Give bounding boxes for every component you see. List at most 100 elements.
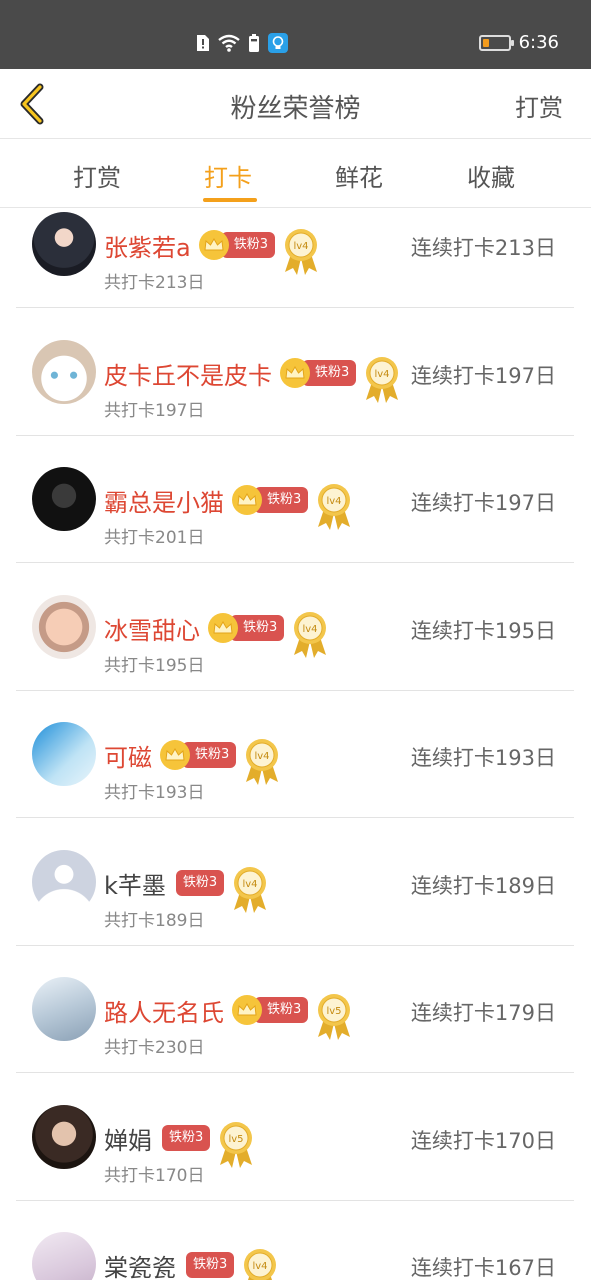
ranking-row[interactable]: 霸总是小猫 铁粉3 lv4 共打卡201日 连续打卡197日	[16, 435, 574, 563]
streak-text: 连续打卡195日	[410, 619, 556, 643]
crown-icon	[280, 358, 310, 388]
name-line: 张紫若a 铁粉3 lv4	[104, 214, 319, 276]
fan-level-badge: 铁粉3	[254, 997, 309, 1023]
tab-bar: 打赏 打卡 鲜花 收藏	[0, 140, 591, 208]
crown-icon	[160, 740, 190, 770]
fan-level-badge: 铁粉3	[302, 360, 357, 386]
name-line: 霸总是小猫 铁粉3 lv4	[104, 469, 352, 531]
user-name[interactable]: 冰雪甜心	[104, 611, 200, 646]
level-medal-icon: lv4	[244, 1249, 277, 1280]
avatar[interactable]	[32, 595, 96, 659]
total-checkin-text: 共打卡213日	[104, 273, 205, 293]
status-bar: 6:36	[0, 0, 591, 69]
fan-level-badge: 铁粉3	[230, 615, 285, 641]
level-medal-icon: lv4	[285, 229, 317, 275]
tab-checkin[interactable]: 打卡	[204, 158, 252, 193]
avatar[interactable]	[32, 722, 96, 786]
streak-text: 连续打卡170日	[410, 1129, 556, 1153]
crown-icon	[232, 995, 262, 1025]
fan-level-badge: 铁粉3	[186, 1252, 235, 1278]
user-name[interactable]: 皮卡丘不是皮卡	[104, 356, 272, 391]
total-checkin-text: 共打卡201日	[104, 528, 205, 548]
app-header: 粉丝荣誉榜 打赏	[0, 69, 591, 139]
status-icons	[196, 33, 288, 53]
battery-level	[482, 39, 489, 47]
svg-text:lv4: lv4	[255, 751, 270, 762]
fan-level-badge: 铁粉3	[254, 487, 309, 513]
level-medal-icon: lv5	[318, 994, 351, 1040]
tab-favorites[interactable]: 收藏	[467, 158, 515, 193]
user-name[interactable]: 可磁	[104, 738, 152, 773]
name-line: 冰雪甜心 铁粉3 lv4	[104, 597, 328, 659]
ranking-row[interactable]: 冰雪甜心 铁粉3 lv4 共打卡195日 连续打卡195日	[16, 563, 574, 691]
fan-level-badge: 铁粉3	[175, 870, 225, 896]
battery-icon	[478, 35, 514, 51]
user-name[interactable]: 霸总是小猫	[104, 483, 224, 518]
crown-icon	[198, 230, 229, 260]
avatar[interactable]	[32, 1105, 96, 1169]
name-line: 婵娟 铁粉3 lv5	[104, 1107, 254, 1169]
active-tab-indicator	[203, 198, 257, 202]
user-name[interactable]: k芊墨	[104, 866, 166, 901]
streak-text: 连续打卡193日	[410, 746, 556, 770]
avatar[interactable]	[32, 977, 96, 1041]
streak-text: 连续打卡197日	[410, 364, 556, 388]
svg-text:lv4: lv4	[293, 241, 308, 252]
name-line: 皮卡丘不是皮卡 铁粉3 lv4	[104, 342, 400, 404]
ranking-row[interactable]: 皮卡丘不是皮卡 铁粉3 lv4 共打卡197日 连续打卡197日	[16, 308, 574, 436]
ranking-row[interactable]: 可磁 铁粉3 lv4 共打卡193日 连续打卡193日	[16, 690, 574, 818]
ranking-row[interactable]: k芊墨 铁粉3 lv4 共打卡189日 连续打卡189日	[16, 818, 574, 946]
svg-text:lv4: lv4	[375, 369, 390, 380]
ranking-row[interactable]: 路人无名氏 铁粉3 lv5 共打卡230日 连续打卡179日	[16, 945, 574, 1073]
streak-text: 连续打卡213日	[410, 236, 556, 260]
level-medal-icon: lv4	[366, 357, 399, 403]
fan-level-badge: 铁粉3	[162, 1125, 211, 1151]
streak-text: 连续打卡179日	[410, 1001, 556, 1025]
level-medal-icon: lv4	[294, 612, 327, 658]
total-checkin-text: 共打卡197日	[104, 401, 205, 421]
page-title: 粉丝荣誉榜	[230, 94, 361, 124]
name-line: 路人无名氏 铁粉3 lv5	[104, 979, 352, 1041]
tab-reward[interactable]: 打赏	[73, 158, 121, 193]
total-checkin-text: 共打卡170日	[104, 1166, 205, 1186]
fan-level-badge: 铁粉3	[182, 742, 237, 768]
avatar[interactable]	[32, 850, 96, 914]
svg-text:lv4: lv4	[253, 1261, 268, 1272]
streak-text: 连续打卡197日	[410, 491, 556, 515]
bulb-app-icon	[268, 33, 288, 53]
level-medal-icon: lv4	[246, 739, 279, 785]
ranking-row[interactable]: 婵娟 铁粉3 lv5 共打卡170日 连续打卡170日	[16, 1073, 574, 1201]
streak-text: 连续打卡167日	[410, 1256, 556, 1280]
fan-ranking-list[interactable]: 张紫若a 铁粉3 lv4 共打卡213日 连续打卡213日 皮卡丘不是皮卡 铁粉3 lv4 共打…	[0, 209, 591, 1280]
user-name[interactable]: 婵娟	[104, 1121, 152, 1156]
alert-icon	[197, 35, 209, 51]
avatar[interactable]	[32, 1232, 96, 1280]
name-line: 可磁 铁粉3 lv4	[104, 724, 280, 786]
avatar[interactable]	[32, 467, 96, 531]
total-checkin-text: 共打卡193日	[104, 783, 205, 803]
reward-button[interactable]: 打赏	[515, 88, 563, 123]
user-name[interactable]: 路人无名氏	[104, 993, 224, 1028]
ranking-row[interactable]: 张紫若a 铁粉3 lv4 共打卡213日 连续打卡213日	[16, 209, 574, 308]
wifi-icon	[218, 34, 240, 52]
user-name[interactable]: 棠瓷瓷	[104, 1248, 176, 1280]
svg-text:lv4: lv4	[327, 496, 342, 507]
status-right: 6:36	[478, 32, 559, 54]
total-checkin-text: 共打卡195日	[104, 656, 205, 676]
sim-battery-icon	[249, 34, 259, 52]
ranking-row[interactable]: 棠瓷瓷 铁粉3 lv4 连续打卡167日	[16, 1200, 574, 1280]
level-medal-icon: lv5	[220, 1122, 253, 1168]
level-medal-icon: lv4	[234, 867, 267, 913]
crown-icon	[208, 613, 238, 643]
svg-text:lv5: lv5	[327, 1006, 342, 1017]
total-checkin-text: 共打卡189日	[104, 911, 205, 931]
user-name[interactable]: 张紫若a	[104, 228, 191, 263]
avatar[interactable]	[32, 212, 96, 276]
fan-level-badge: 铁粉3	[220, 232, 275, 258]
svg-text:lv4: lv4	[243, 879, 258, 890]
tab-flowers[interactable]: 鲜花	[335, 158, 383, 193]
name-line: 棠瓷瓷 铁粉3 lv4	[104, 1234, 278, 1280]
level-medal-icon: lv4	[318, 484, 351, 530]
avatar[interactable]	[32, 340, 96, 404]
crown-icon	[232, 485, 262, 515]
